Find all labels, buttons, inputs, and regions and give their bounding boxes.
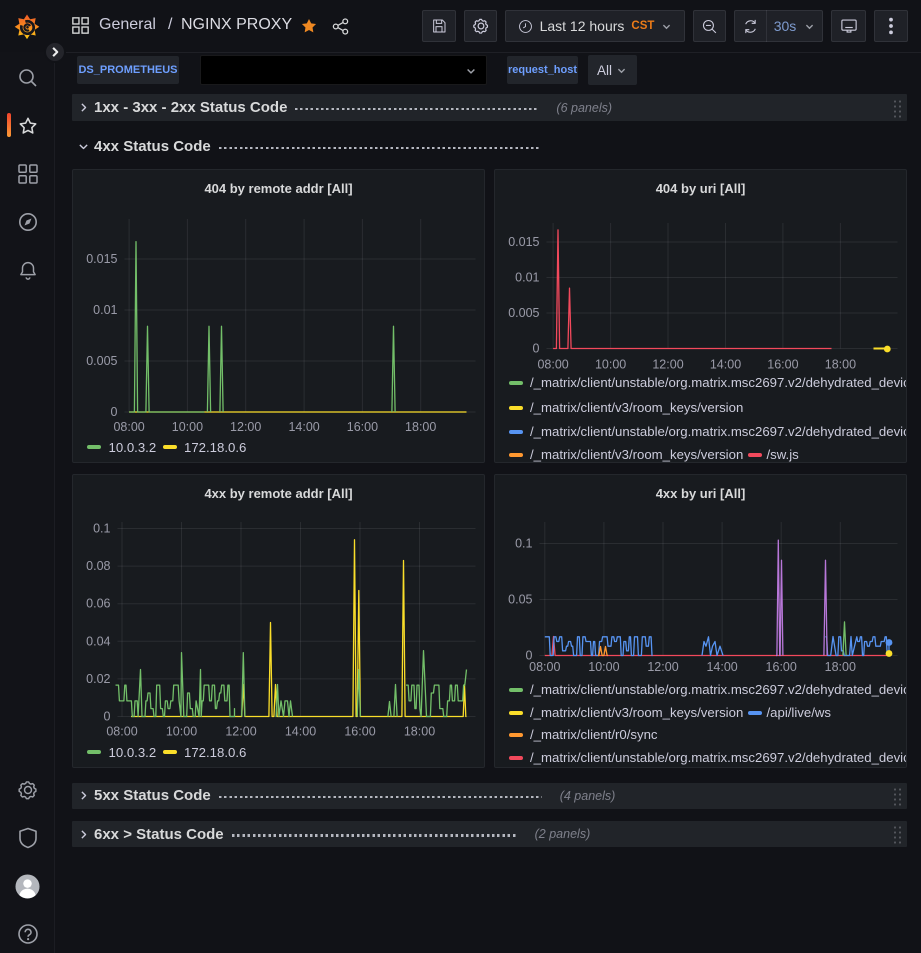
svg-text:10:00: 10:00 xyxy=(172,420,203,434)
svg-text:12:00: 12:00 xyxy=(652,358,683,372)
svg-text:14:00: 14:00 xyxy=(710,358,741,372)
svg-text:12:00: 12:00 xyxy=(647,660,678,674)
svg-text:0.005: 0.005 xyxy=(508,306,539,320)
svg-text:0.015: 0.015 xyxy=(508,235,539,249)
svg-text:0: 0 xyxy=(104,710,111,724)
svg-text:14:00: 14:00 xyxy=(706,660,737,674)
svg-text:10:00: 10:00 xyxy=(166,725,197,739)
svg-text:14:00: 14:00 xyxy=(285,725,316,739)
svg-text:18:00: 18:00 xyxy=(404,725,435,739)
svg-text:16:00: 16:00 xyxy=(347,420,378,434)
svg-text:0.06: 0.06 xyxy=(86,597,110,611)
svg-text:16:00: 16:00 xyxy=(767,358,798,372)
svg-text:08:00: 08:00 xyxy=(106,725,137,739)
svg-text:08:00: 08:00 xyxy=(529,660,560,674)
svg-text:0.08: 0.08 xyxy=(86,559,110,573)
svg-text:12:00: 12:00 xyxy=(230,420,261,434)
svg-text:0: 0 xyxy=(111,405,118,419)
svg-text:0.1: 0.1 xyxy=(515,537,532,551)
svg-text:10:00: 10:00 xyxy=(588,660,619,674)
svg-text:08:00: 08:00 xyxy=(113,420,144,434)
svg-text:18:00: 18:00 xyxy=(825,358,856,372)
svg-text:18:00: 18:00 xyxy=(405,420,436,434)
svg-text:0.05: 0.05 xyxy=(508,593,532,607)
svg-text:0.005: 0.005 xyxy=(86,354,117,368)
svg-text:0: 0 xyxy=(533,342,540,356)
svg-text:0.02: 0.02 xyxy=(86,672,110,686)
svg-text:14:00: 14:00 xyxy=(288,420,319,434)
svg-text:10:00: 10:00 xyxy=(595,358,626,372)
svg-text:08:00: 08:00 xyxy=(537,358,568,372)
svg-text:0.1: 0.1 xyxy=(93,522,110,536)
svg-text:12:00: 12:00 xyxy=(225,725,256,739)
svg-text:0.04: 0.04 xyxy=(86,634,110,648)
svg-text:0.015: 0.015 xyxy=(86,252,117,266)
svg-text:0.01: 0.01 xyxy=(93,303,117,317)
svg-text:18:00: 18:00 xyxy=(825,660,856,674)
svg-text:16:00: 16:00 xyxy=(766,660,797,674)
svg-text:16:00: 16:00 xyxy=(344,725,375,739)
svg-text:0.01: 0.01 xyxy=(515,271,539,285)
